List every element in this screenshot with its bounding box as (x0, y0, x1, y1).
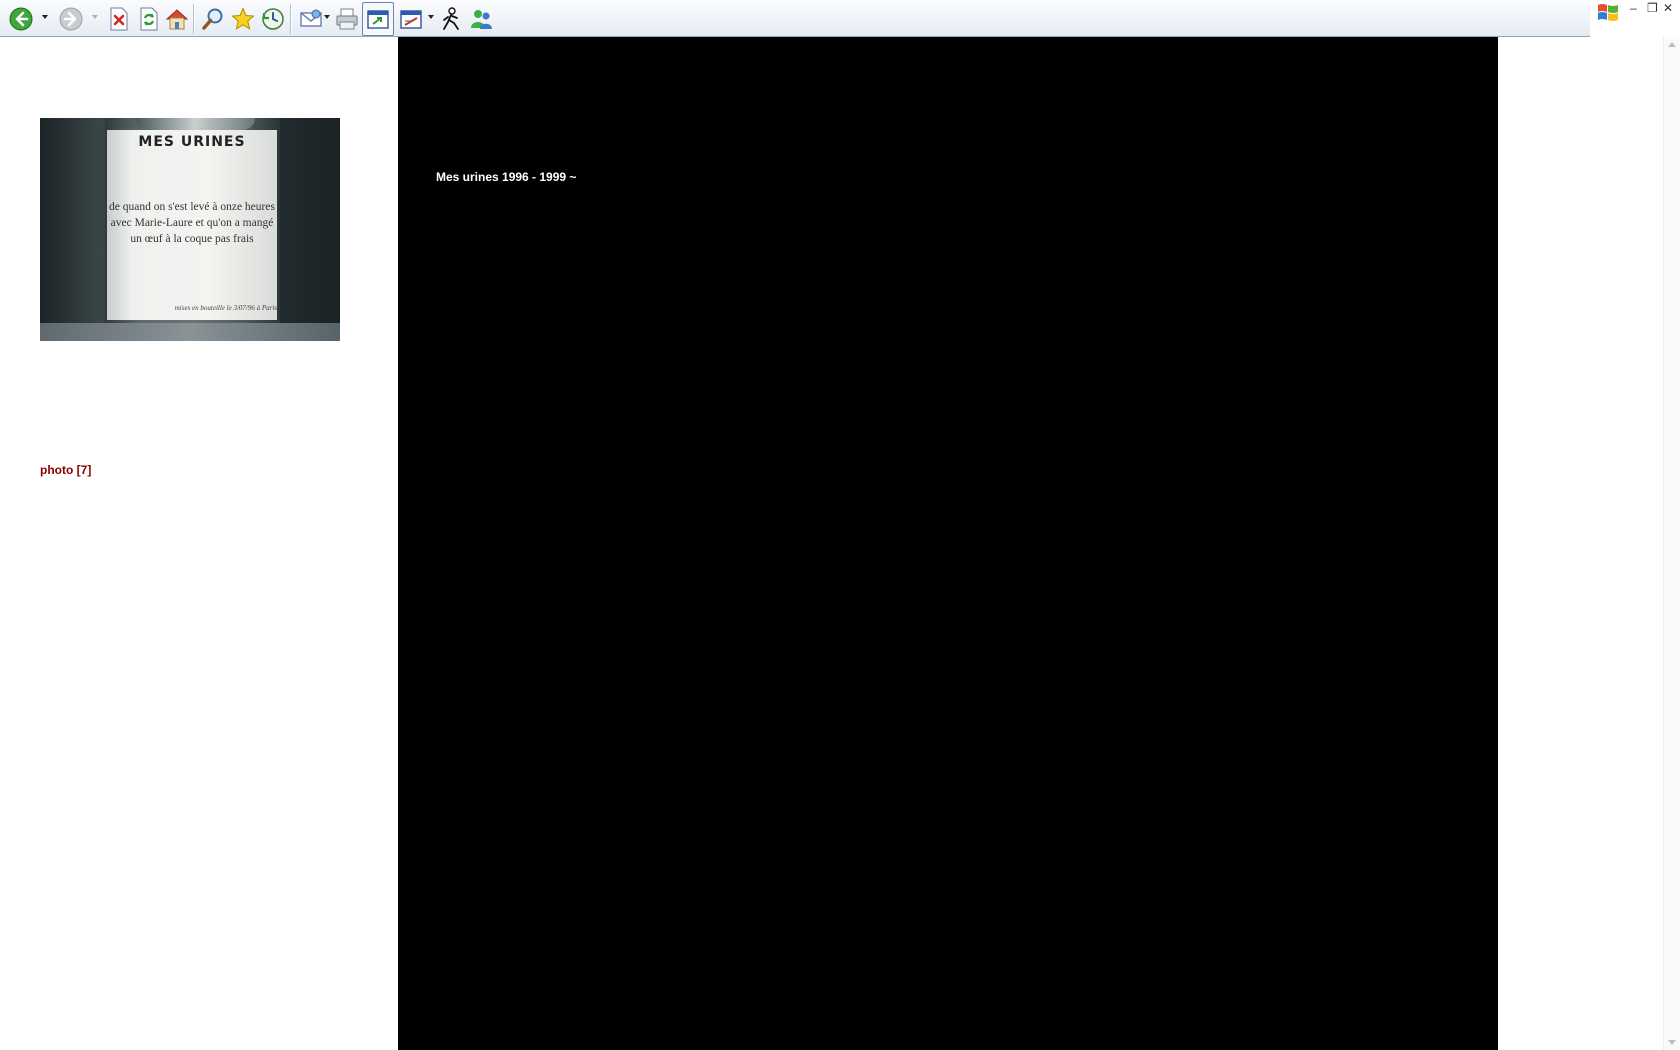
black-content-panel: Mes urines 1996 - 1999 ~ (398, 37, 1498, 1050)
browser-toolbar (0, 0, 1590, 37)
bottle-label-line: de quand on s'est levé à onze heures (109, 201, 275, 213)
scroll-down-arrow-icon[interactable] (1668, 1040, 1676, 1045)
back-arrow-icon (9, 7, 33, 31)
fullscreen-button[interactable] (362, 2, 394, 36)
bottle-label-signature: mises en bouteille le 3/07/96 à Paris (174, 304, 277, 312)
mail-dropdown-icon[interactable] (324, 15, 330, 19)
history-icon (262, 8, 284, 30)
forward-button[interactable] (58, 6, 84, 32)
window-controls: – ❐ ✕ (1590, 0, 1680, 37)
star-icon (231, 7, 255, 30)
bottle-neck-highlight (135, 118, 255, 130)
home-button[interactable] (164, 6, 190, 32)
restore-button[interactable]: ❐ (1647, 1, 1658, 15)
forward-dropdown-icon[interactable] (92, 15, 98, 19)
stop-icon (110, 7, 128, 31)
bottle-label-line: un œuf à la coque pas frais (130, 233, 254, 245)
stop-button[interactable] (106, 6, 132, 32)
window-icon (367, 10, 389, 29)
mail-icon (300, 9, 322, 27)
history-button[interactable] (260, 6, 286, 32)
minimize-button[interactable]: – (1630, 1, 1637, 15)
back-dropdown-icon[interactable] (42, 15, 48, 19)
printer-icon (336, 8, 358, 30)
search-button[interactable] (200, 6, 226, 32)
windows-logo-icon (1598, 4, 1618, 21)
home-icon (165, 9, 189, 30)
close-button[interactable]: ✕ (1663, 1, 1673, 15)
back-button[interactable] (8, 6, 34, 32)
panel-title: Mes urines 1996 - 1999 ~ (436, 170, 577, 184)
forward-arrow-icon (59, 7, 83, 31)
vertical-scrollbar[interactable] (1663, 37, 1680, 1050)
photo-floor (40, 323, 340, 341)
toolbar-separator (193, 4, 194, 34)
bottle-label-body: de quand on s'est levé à onze heures ave… (107, 199, 277, 247)
messenger-person-icon (443, 7, 459, 30)
photo-link[interactable]: photo [7] (40, 463, 91, 477)
bottle-label: MES URINES de quand on s'est levé à onze… (107, 130, 277, 320)
refresh-icon (140, 7, 158, 31)
bottle-label-line: avec Marie-Laure et qu'on a mangé (110, 217, 274, 229)
edit-button[interactable] (398, 6, 424, 32)
edit-dropdown-icon[interactable] (428, 15, 434, 19)
page-content: MES URINES de quand on s'est levé à onze… (0, 37, 1663, 1050)
contacts-button[interactable] (468, 6, 494, 32)
scroll-up-arrow-icon[interactable] (1668, 42, 1676, 47)
print-button[interactable] (334, 6, 360, 32)
contacts-icon (471, 10, 492, 29)
bottle-label-title: MES URINES (138, 134, 246, 150)
messenger-button[interactable] (438, 6, 464, 32)
edit-icon (400, 10, 422, 29)
refresh-button[interactable] (136, 6, 162, 32)
magnifier-icon (202, 8, 223, 30)
bottle-photo[interactable]: MES URINES de quand on s'est levé à onze… (40, 118, 340, 341)
toolbar-separator (290, 4, 291, 34)
favorites-button[interactable] (230, 6, 256, 32)
mail-button[interactable] (298, 6, 324, 32)
